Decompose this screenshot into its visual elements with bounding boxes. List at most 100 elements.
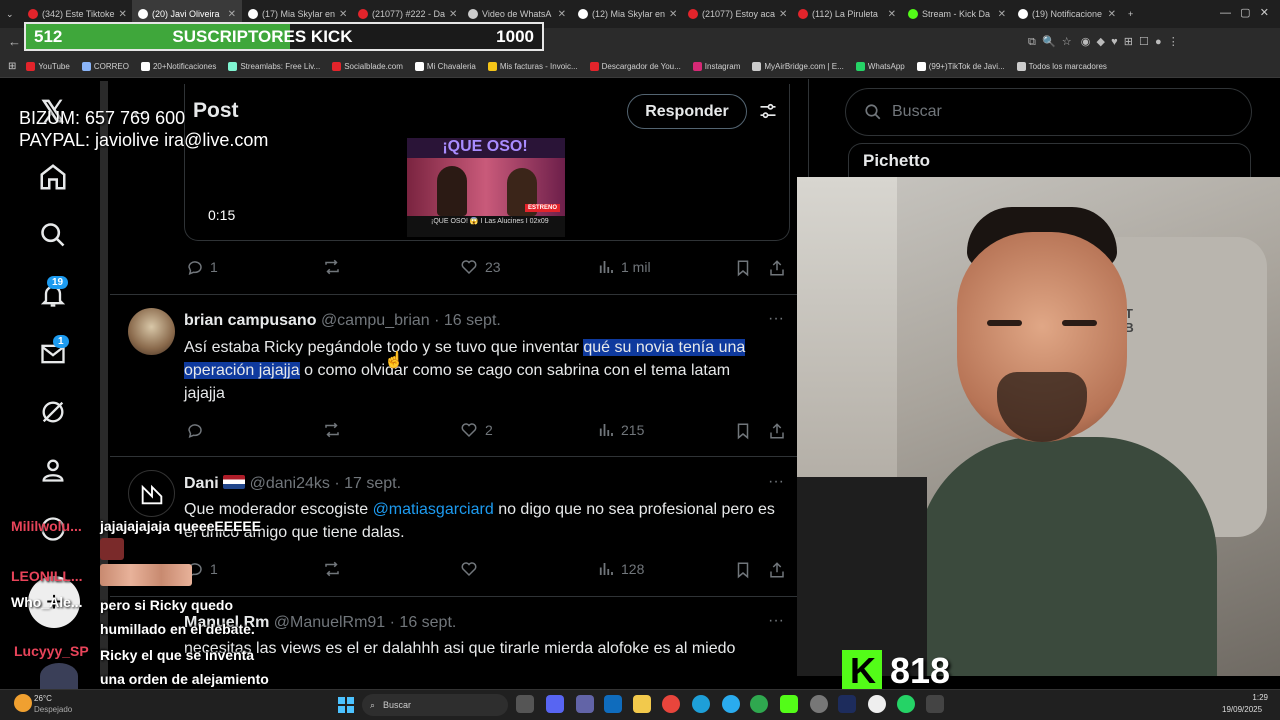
- video-thumbnail[interactable]: ¡QUE OSO! ESTRENO ¡QUE OSO! 😱 I Las Aluc…: [407, 138, 565, 237]
- bookmark-item[interactable]: Descargador de You...: [589, 62, 681, 71]
- weather-desc[interactable]: Despejado: [34, 705, 72, 714]
- thumb-footer: ¡QUE OSO! 😱 I Las Alucines I 02x09: [407, 216, 565, 237]
- taskbar-search[interactable]: ⌕ Buscar: [362, 694, 508, 716]
- browser-tab[interactable]: (19) Notificacione ✕: [1012, 0, 1122, 28]
- edge-icon[interactable]: [692, 695, 710, 713]
- author-handle[interactable]: @campu_brian · 16 sept.: [321, 312, 501, 329]
- close-icon[interactable]: ✕: [1108, 9, 1116, 20]
- like-action[interactable]: 2: [459, 421, 493, 439]
- bookmark-item[interactable]: (99+)TikTok de Javi...: [916, 62, 1005, 71]
- bookmark-item[interactable]: 20+Notificaciones: [140, 62, 216, 71]
- window-controls[interactable]: — ▢ ✕: [1220, 6, 1269, 19]
- bookmark-item[interactable]: CORREO: [81, 62, 129, 71]
- more-options-icon[interactable]: ···: [768, 612, 784, 630]
- bookmark-item[interactable]: MyAirBridge.com | E...: [752, 62, 844, 71]
- discord-icon[interactable]: [546, 695, 564, 713]
- repost-action[interactable]: [322, 421, 342, 439]
- share-icon[interactable]: [768, 560, 786, 580]
- clock-date[interactable]: 19/09/2025: [1222, 705, 1262, 714]
- apps-icon[interactable]: ⊞: [8, 61, 16, 72]
- bookmark-icon[interactable]: [734, 421, 752, 441]
- bookmark-list: YouTube CORREO 20+Notificaciones Streamlabs…: [26, 62, 1107, 71]
- tab-favicon-icon: [138, 9, 148, 19]
- more-options-icon[interactable]: ···: [768, 310, 784, 328]
- app-icon[interactable]: [868, 695, 886, 713]
- grok-icon[interactable]: [36, 395, 70, 429]
- close-icon[interactable]: ✕: [228, 9, 236, 20]
- new-tab-button[interactable]: +: [1122, 0, 1152, 28]
- sidebar-card-title[interactable]: Pichetto: [863, 151, 930, 171]
- profile-icon[interactable]: [36, 453, 70, 487]
- bookmark-item[interactable]: Socialblade.com: [332, 62, 403, 71]
- close-icon[interactable]: ✕: [558, 9, 566, 20]
- outlook-icon[interactable]: [604, 695, 622, 713]
- explore-search-icon[interactable]: [36, 218, 70, 252]
- bookmark-item[interactable]: YouTube: [26, 62, 70, 71]
- like-action[interactable]: [459, 560, 479, 578]
- bookmark-item[interactable]: Todos los marcadores: [1016, 62, 1107, 71]
- repost-action[interactable]: [322, 258, 342, 276]
- browser-tab[interactable]: (12) Mia Skylar en ✕: [572, 0, 682, 28]
- telegram-icon[interactable]: [722, 695, 740, 713]
- windows-start-icon[interactable]: [338, 697, 354, 713]
- browser-tab[interactable]: (21077) Estoy aca ✕: [682, 0, 792, 28]
- close-icon[interactable]: ✕: [998, 9, 1006, 20]
- views-action[interactable]: 215: [597, 421, 644, 439]
- home-icon[interactable]: [36, 160, 70, 194]
- weather-temp[interactable]: 26°C: [34, 694, 52, 703]
- author-handle[interactable]: @ManuelRm91 · 16 sept.: [274, 614, 457, 631]
- close-icon[interactable]: ✕: [888, 9, 896, 20]
- reply-action[interactable]: 1: [186, 258, 218, 276]
- close-icon[interactable]: ✕: [669, 9, 677, 20]
- bookmark-icon[interactable]: [734, 560, 752, 580]
- author-handle[interactable]: @dani24ks · 17 sept.: [250, 475, 401, 492]
- teams-icon[interactable]: [576, 695, 594, 713]
- reply-action[interactable]: [186, 421, 204, 439]
- app-icon[interactable]: [926, 695, 944, 713]
- close-icon[interactable]: ✕: [339, 9, 347, 20]
- bookmark-item[interactable]: Mis facturas - Invoic...: [487, 62, 578, 71]
- like-action[interactable]: 23: [459, 258, 501, 276]
- bookmark-item[interactable]: Mi Chavaleria: [414, 62, 476, 71]
- scrollbar[interactable]: [100, 81, 108, 681]
- more-options-icon[interactable]: ···: [768, 473, 784, 491]
- bookmark-icon[interactable]: [734, 258, 752, 278]
- close-icon[interactable]: ✕: [449, 9, 457, 20]
- browser-tab[interactable]: Stream - Kick Da ✕: [902, 0, 1012, 28]
- obs-icon[interactable]: [810, 695, 828, 713]
- bookmark-item[interactable]: Instagram: [692, 62, 741, 71]
- thumb-title: ¡QUE OSO!: [442, 138, 528, 155]
- chrome-icon[interactable]: [662, 695, 680, 713]
- bookmark-item[interactable]: Streamlabs: Free Liv...: [228, 62, 320, 71]
- views-action[interactable]: 1 mil: [597, 258, 651, 276]
- tab-label: Video de WhatsA: [482, 9, 552, 19]
- app-icon[interactable]: [838, 695, 856, 713]
- bookmark-item[interactable]: WhatsApp: [855, 62, 905, 71]
- share-icon[interactable]: [768, 421, 786, 441]
- app-icon[interactable]: [750, 695, 768, 713]
- mention-link[interactable]: @matiasgarciard: [373, 501, 494, 518]
- tab-favicon-icon: [1018, 9, 1028, 19]
- share-icon[interactable]: [768, 258, 786, 278]
- toolbar-icons[interactable]: ⧉ 🔍 ☆ ◉ ◆ ♥ ⊞ ☐ ● ⋮: [1028, 35, 1179, 49]
- file-explorer-icon[interactable]: [633, 695, 651, 713]
- repost-action[interactable]: [322, 560, 342, 578]
- reply-icon: [188, 261, 202, 275]
- clock-time[interactable]: 1:29: [1238, 693, 1268, 702]
- author-name[interactable]: Dani: [184, 475, 219, 492]
- author-name[interactable]: brian campusano: [184, 312, 316, 329]
- browser-tab[interactable]: (112) La Piruleta ✕: [792, 0, 902, 28]
- kick-app-icon[interactable]: [780, 695, 798, 713]
- back-icon[interactable]: ←: [8, 34, 21, 49]
- whatsapp-icon[interactable]: [897, 695, 915, 713]
- close-icon[interactable]: ✕: [779, 9, 787, 20]
- avatar[interactable]: [128, 308, 175, 355]
- tab-search-button[interactable]: ⌄: [0, 0, 22, 28]
- views-action[interactable]: 128: [597, 560, 644, 578]
- search-input[interactable]: Buscar: [845, 88, 1252, 136]
- avatar[interactable]: [128, 470, 175, 517]
- bookmark-label: Instagram: [704, 62, 741, 71]
- task-view-icon[interactable]: [516, 695, 534, 713]
- close-icon[interactable]: ✕: [119, 9, 127, 20]
- webcam-feed: RETLAB: [797, 177, 1280, 676]
